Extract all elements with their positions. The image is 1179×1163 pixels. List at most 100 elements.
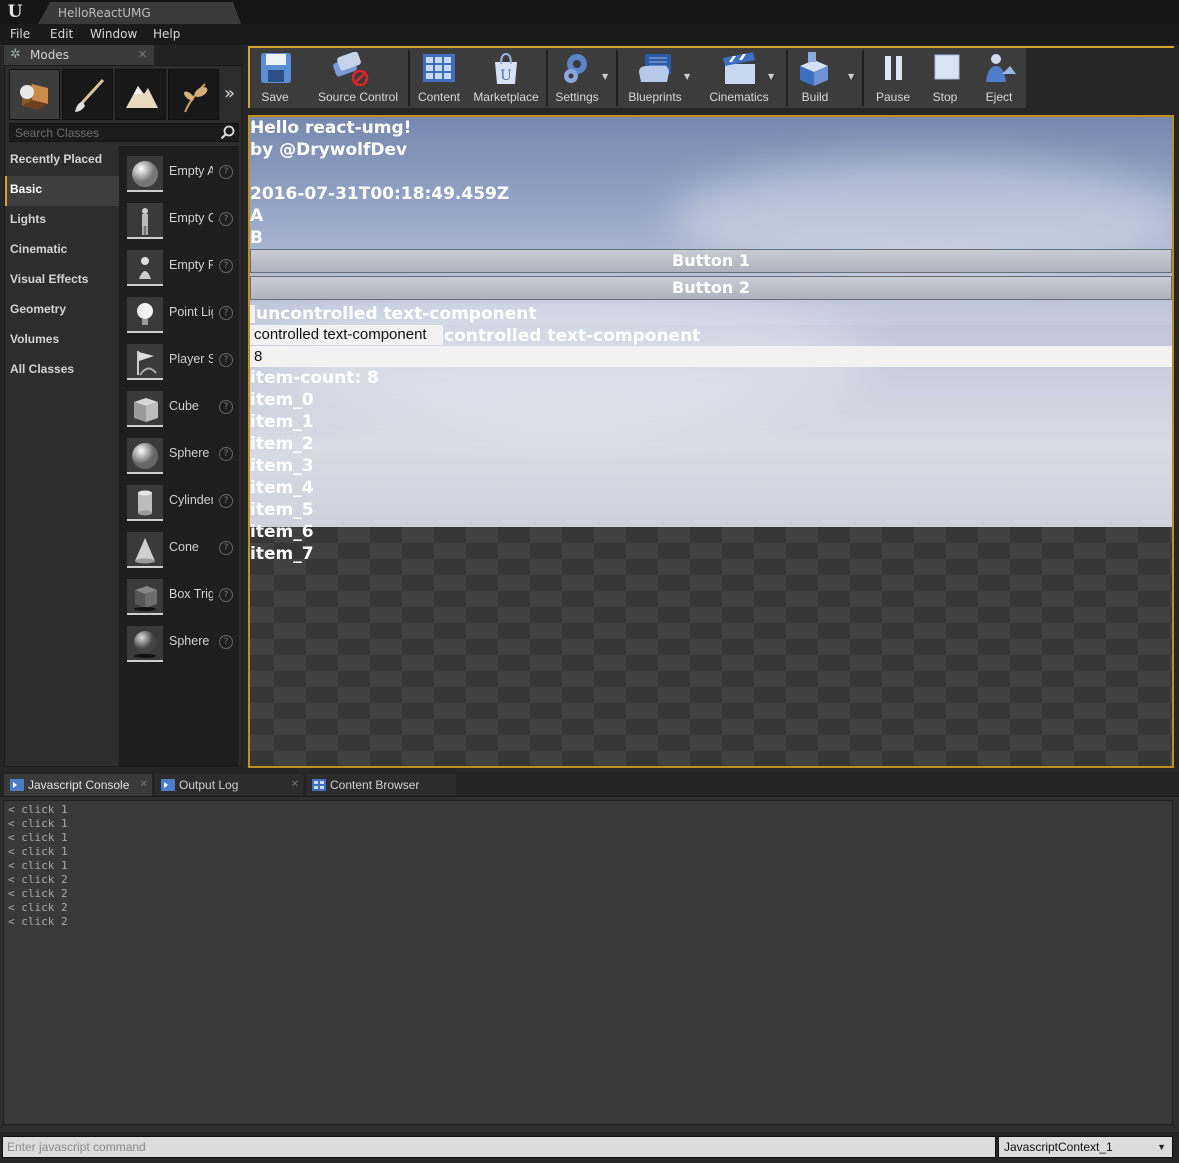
button-1[interactable]: Button 1 xyxy=(250,249,1172,273)
menu-help[interactable]: Help xyxy=(153,24,180,45)
landscape-mode-icon xyxy=(126,86,158,108)
class-item-cylinder[interactable]: Cylinder ? xyxy=(119,483,239,530)
search-icon[interactable] xyxy=(220,125,235,140)
tab-output-log[interactable]: Output Log ✕ xyxy=(155,774,303,796)
chevron-right-icon[interactable]: » xyxy=(224,83,235,104)
help-icon[interactable]: ? xyxy=(219,588,233,602)
category-list: Recently Placed Basic Lights Cinematic V… xyxy=(5,146,119,386)
help-icon[interactable]: ? xyxy=(219,447,233,461)
pause-button[interactable]: Pause xyxy=(868,48,918,108)
category-geometry[interactable]: Geometry xyxy=(5,296,119,326)
log-line: < click 2 xyxy=(8,901,68,914)
help-icon[interactable]: ? xyxy=(219,635,233,649)
menu-bar: File Edit Window Help xyxy=(0,24,1179,45)
blueprints-label: Blueprints xyxy=(628,90,682,104)
class-label: Box Trigger xyxy=(169,587,213,601)
number-input[interactable]: 8 xyxy=(250,346,1172,367)
menu-edit[interactable]: Edit xyxy=(50,24,73,45)
marketplace-label: Marketplace xyxy=(473,90,539,104)
build-icon xyxy=(800,52,828,86)
stop-button[interactable]: Stop xyxy=(920,48,970,108)
help-icon[interactable]: ? xyxy=(219,494,233,508)
class-item-box-trigger[interactable]: Box Trigger ? xyxy=(119,577,239,624)
close-icon[interactable]: ✕ xyxy=(291,774,299,796)
tab-javascript-console[interactable]: Javascript Console ✕ xyxy=(4,774,152,796)
class-item-empty-actor[interactable]: Empty Actor ? xyxy=(119,154,239,201)
close-icon[interactable]: ✕ xyxy=(140,774,148,796)
help-icon[interactable]: ? xyxy=(219,212,233,226)
list-item: item_5 xyxy=(250,500,314,520)
sphere-icon xyxy=(127,438,163,474)
save-button[interactable]: Save xyxy=(250,48,300,108)
class-item-sphere-trigger[interactable]: Sphere Reflection Capture ? xyxy=(119,624,239,671)
uncontrolled-text-input[interactable]: uncontrolled text-component xyxy=(250,303,1172,325)
category-cinematic[interactable]: Cinematic xyxy=(5,236,119,266)
javascript-command-input[interactable] xyxy=(2,1136,996,1158)
cinematics-button[interactable]: Cinematics ▼ xyxy=(702,48,776,108)
source-control-button[interactable]: Source Control ▼ xyxy=(302,48,448,108)
category-all-classes[interactable]: All Classes xyxy=(5,356,119,386)
category-basic[interactable]: Basic xyxy=(5,176,119,206)
eject-button[interactable]: Eject xyxy=(974,48,1024,108)
controlled-text-input[interactable]: controlled text-component xyxy=(250,325,443,345)
pause-icon xyxy=(885,56,902,80)
cinematics-label: Cinematics xyxy=(709,90,769,104)
class-item-point-light[interactable]: Point Light ? xyxy=(119,295,239,342)
help-icon[interactable]: ? xyxy=(219,259,233,273)
blueprints-button[interactable]: Blueprints ▼ xyxy=(620,48,690,108)
category-volumes[interactable]: Volumes xyxy=(5,326,119,356)
timestamp-text: 2016-07-31T00:18:49.459Z xyxy=(250,184,510,204)
tab-content-browser[interactable]: Content Browser xyxy=(306,774,456,796)
chevron-down-icon[interactable]: ▼ xyxy=(848,72,854,81)
menu-window[interactable]: Window xyxy=(90,24,137,45)
menu-file[interactable]: File xyxy=(10,24,30,45)
place-mode-button[interactable] xyxy=(9,69,60,120)
search-input[interactable] xyxy=(10,124,216,141)
help-icon[interactable]: ? xyxy=(219,306,233,320)
build-button[interactable]: Build ▼ xyxy=(790,48,854,108)
modes-tab[interactable]: ✲ Modes ✕ xyxy=(4,45,154,65)
modes-tab-bar: ✲ Modes ✕ xyxy=(4,45,244,65)
document-tab[interactable]: HelloReactUMG xyxy=(38,2,241,24)
help-icon[interactable]: ? xyxy=(219,541,233,555)
unreal-logo-icon[interactable]: U xyxy=(5,3,25,22)
tab-label: Output Log xyxy=(179,778,239,792)
class-item-empty-character[interactable]: Empty Character ? xyxy=(119,201,239,248)
chevron-down-icon: ▼ xyxy=(1157,1142,1166,1152)
eject-icon xyxy=(986,54,1016,82)
foliage-mode-button[interactable] xyxy=(168,69,219,120)
category-visual-effects[interactable]: Visual Effects xyxy=(5,266,119,296)
help-icon[interactable]: ? xyxy=(219,165,233,179)
toolbar-divider xyxy=(408,50,410,106)
cinematics-icon xyxy=(723,52,755,84)
class-item-empty-pawn[interactable]: Empty Pawn ? xyxy=(119,248,239,295)
log-line: < click 2 xyxy=(8,873,68,886)
chevron-down-icon[interactable]: ▼ xyxy=(684,72,690,81)
context-value: JavascriptContext_1 xyxy=(1004,1140,1113,1154)
settings-button[interactable]: Settings ▼ xyxy=(550,48,608,108)
class-item-player-start[interactable]: Player Start ? xyxy=(119,342,239,389)
stop-label: Stop xyxy=(932,90,958,104)
list-item: item_7 xyxy=(250,544,314,564)
context-dropdown[interactable]: JavascriptContext_1 ▼ xyxy=(998,1136,1173,1158)
button-2[interactable]: Button 2 xyxy=(250,276,1172,300)
help-icon[interactable]: ? xyxy=(219,353,233,367)
help-icon[interactable]: ? xyxy=(219,400,233,414)
console-log[interactable]: < click 1 < click 1 < click 1 < click 1 … xyxy=(3,800,1173,1125)
chevron-down-icon[interactable]: ▼ xyxy=(768,72,774,81)
content-button[interactable]: Content xyxy=(414,48,464,108)
class-item-sphere[interactable]: Sphere ? xyxy=(119,436,239,483)
toolbar-divider xyxy=(616,50,618,106)
paint-mode-button[interactable] xyxy=(62,69,113,120)
category-lights[interactable]: Lights xyxy=(5,206,119,236)
close-icon[interactable]: ✕ xyxy=(138,45,147,65)
category-recently-placed[interactable]: Recently Placed xyxy=(5,146,119,176)
list-item: item_4 xyxy=(250,478,314,498)
level-viewport[interactable]: Hello react-umg! by @DrywolfDev 2016-07-… xyxy=(248,115,1174,768)
content-label: Content xyxy=(417,90,461,104)
marketplace-button[interactable]: U Marketplace xyxy=(470,48,542,108)
chevron-down-icon[interactable]: ▼ xyxy=(602,72,608,81)
landscape-mode-button[interactable] xyxy=(115,69,166,120)
class-item-cone[interactable]: Cone ? xyxy=(119,530,239,577)
class-item-cube[interactable]: Cube ? xyxy=(119,389,239,436)
